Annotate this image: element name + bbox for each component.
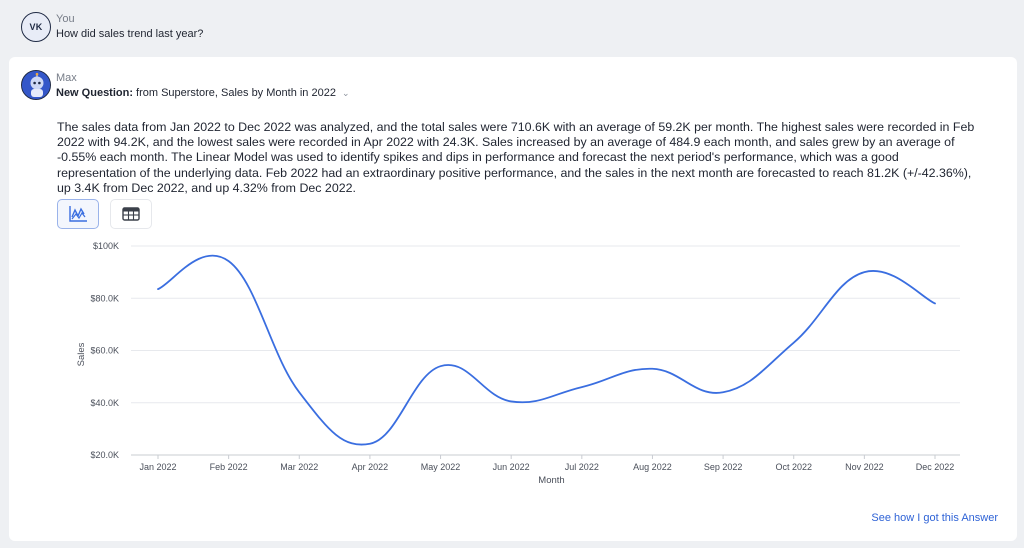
- user-message: How did sales trend last year?: [56, 28, 204, 40]
- x-tick-label: Aug 2022: [633, 462, 672, 472]
- data-point: [368, 442, 372, 446]
- x-tick-label: May 2022: [421, 462, 461, 472]
- assistant-name: Max: [56, 72, 77, 84]
- y-tick-label: $60.0K: [90, 346, 119, 356]
- y-axis-title: Sales: [76, 342, 87, 366]
- data-point: [862, 270, 866, 274]
- x-tick-label: Jan 2022: [139, 462, 176, 472]
- x-tick-label: Apr 2022: [352, 462, 389, 472]
- answer-card: Max New Question: from Superstore, Sales…: [9, 57, 1017, 541]
- data-point: [580, 385, 584, 389]
- user-message-row: VK You How did sales trend last year?: [21, 10, 1004, 46]
- data-point: [226, 259, 230, 263]
- x-tick-label: Nov 2022: [845, 462, 884, 472]
- question-selector[interactable]: New Question: from Superstore, Sales by …: [56, 87, 350, 99]
- line-chart-icon: [69, 206, 87, 222]
- question-prefix: New Question:: [56, 87, 134, 99]
- x-tick-label: Jul 2022: [565, 462, 599, 472]
- y-tick-label: $100K: [93, 241, 119, 251]
- y-tick-label: $40.0K: [90, 398, 119, 408]
- data-point: [650, 367, 654, 371]
- x-tick-label: Jun 2022: [493, 462, 530, 472]
- chart-view-button[interactable]: [57, 199, 99, 229]
- chart-svg: $20.0K $40.0K $60.0K $80.0K $100K Jan 2022 Feb…: [76, 241, 960, 486]
- bot-avatar: [21, 70, 51, 100]
- robot-icon: [22, 71, 50, 99]
- data-point: [933, 301, 937, 305]
- see-how-link[interactable]: See how I got this Answer: [871, 512, 998, 524]
- y-tick-label: $20.0K: [90, 450, 119, 460]
- x-tick-label: Feb 2022: [210, 462, 248, 472]
- user-avatar: VK: [21, 12, 51, 42]
- answer-summary: The sales data from Jan 2022 to Dec 2022…: [57, 120, 975, 195]
- data-point: [438, 364, 442, 368]
- sales-line-chart: $20.0K $40.0K $60.0K $80.0K $100K Jan 2022 Feb…: [49, 237, 979, 492]
- x-tick-label: Dec 2022: [916, 462, 955, 472]
- y-tick-label: $80.0K: [90, 293, 119, 303]
- data-point: [721, 390, 725, 394]
- x-tick-label: Oct 2022: [775, 462, 812, 472]
- table-view-button[interactable]: [110, 199, 152, 229]
- table-icon: [122, 207, 140, 221]
- user-initials: VK: [29, 22, 43, 32]
- x-tick-label: Sep 2022: [704, 462, 743, 472]
- data-point: [509, 399, 513, 403]
- data-point: [297, 390, 301, 394]
- x-axis-title: Month: [538, 475, 564, 486]
- data-point: [792, 340, 796, 344]
- question-text: from Superstore, Sales by Month in 2022: [136, 87, 336, 99]
- x-tick-label: Mar 2022: [280, 462, 318, 472]
- chevron-down-icon[interactable]: ⌄: [342, 88, 350, 99]
- user-name: You: [56, 13, 75, 25]
- data-point: [156, 287, 160, 291]
